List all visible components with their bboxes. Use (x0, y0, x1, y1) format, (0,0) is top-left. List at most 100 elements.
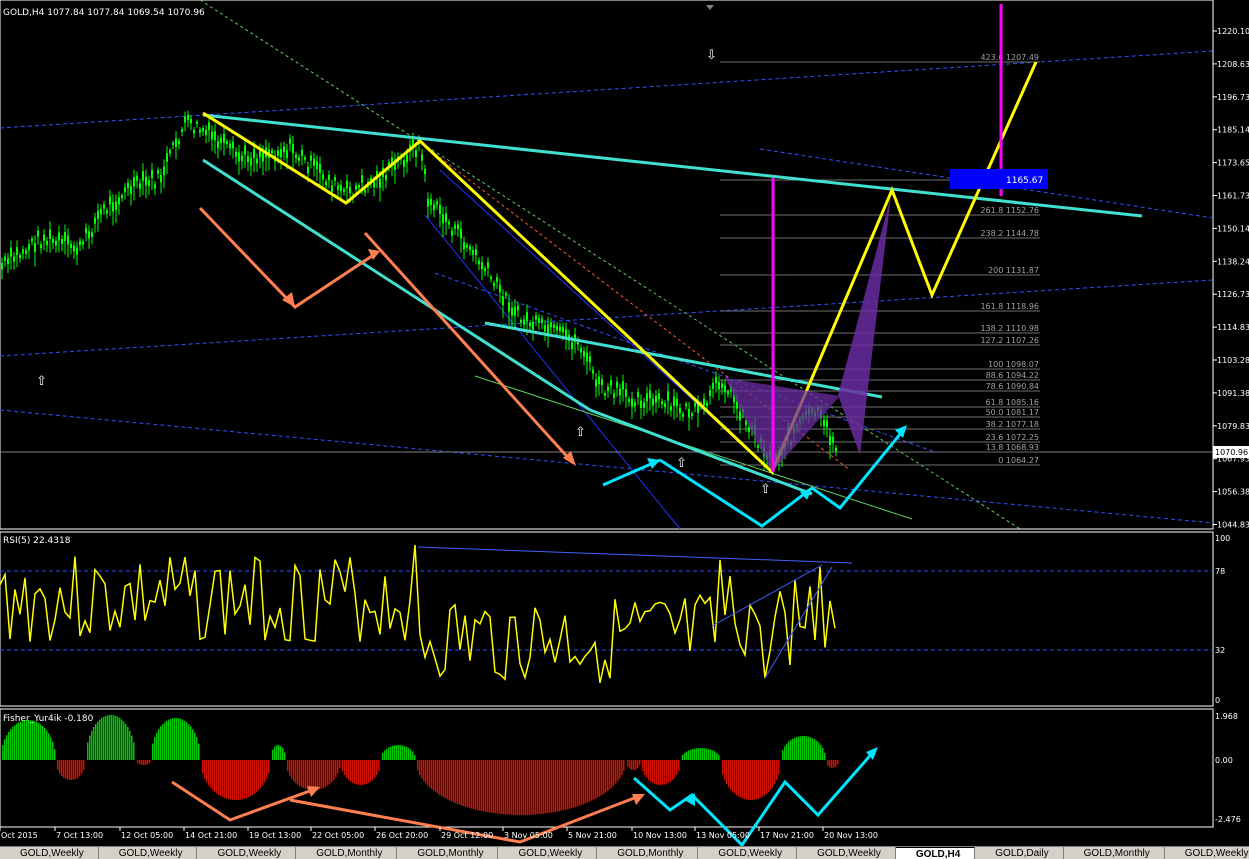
fisher-bar (686, 751, 688, 760)
candle-body (178, 140, 180, 145)
fisher-bar (571, 760, 573, 809)
candle-body (37, 230, 39, 237)
candle-body (124, 187, 126, 193)
price-tick-label: 1044.83 (1217, 521, 1249, 530)
candle-body (142, 171, 144, 181)
fisher-bar (107, 715, 109, 760)
chart-tab[interactable]: GOLD,H4 (895, 847, 976, 859)
chart-tab[interactable]: GOLD,Weekly (498, 847, 598, 859)
candle-body (688, 408, 690, 418)
fisher-bar (835, 760, 837, 767)
fisher-bar (517, 760, 519, 815)
candle-body (532, 322, 534, 330)
candle-body (136, 175, 138, 181)
fisher-bar (609, 760, 611, 790)
fisher-bar (24, 720, 26, 760)
candle-body (550, 322, 552, 328)
candle-body (724, 385, 726, 393)
fisher-bar (344, 760, 346, 775)
chart-tab[interactable]: GOLD,Daily (975, 847, 1064, 859)
fisher-bar (69, 760, 71, 780)
chart-tab[interactable]: GOLD,Weekly (0, 847, 99, 859)
candle-body (19, 255, 21, 259)
fisher-bar (445, 760, 447, 799)
time-tick-label: 5 Nov 21:00 (568, 831, 617, 840)
candle-body (160, 174, 162, 183)
fisher-bar (147, 760, 149, 764)
fisher-bar (455, 760, 457, 804)
fisher-bar (758, 760, 760, 799)
fisher-bar (792, 738, 794, 760)
candle-body (457, 224, 459, 230)
fractal-up-icon: ⇧ (36, 374, 47, 389)
fisher-bar (812, 738, 814, 760)
candle-body (565, 329, 567, 338)
target-price-box-label: 1165.67 (1006, 176, 1043, 186)
candle-body (127, 182, 129, 188)
fisher-level-label: 0.00 (1215, 756, 1233, 765)
fisher-bar (734, 760, 736, 794)
candle-body (253, 148, 255, 159)
candle-body (580, 348, 582, 353)
fisher-bar (216, 760, 218, 794)
fisher-bar (291, 760, 293, 779)
candle-body (61, 239, 63, 244)
candle-body (586, 352, 588, 362)
time-tick-label: 29 Oct 12:00 (441, 831, 493, 840)
fisher-bar (453, 760, 455, 803)
fisher-bar (99, 719, 101, 760)
chart-tab[interactable]: GOLD,Weekly (698, 847, 798, 859)
chart-tab[interactable]: GOLD,Weekly (1165, 847, 1249, 859)
chart-tab[interactable]: GOLD,Monthly (397, 847, 499, 859)
fisher-bar (81, 760, 83, 774)
chart-tab[interactable]: GOLD,Weekly (197, 847, 297, 859)
chart-tab[interactable]: GOLD,Weekly (797, 847, 896, 859)
candle-body (226, 141, 228, 145)
fisher-bar (16, 723, 18, 760)
candle-body (91, 232, 93, 238)
fisher-bar (242, 760, 244, 800)
fisher-bar (59, 760, 61, 774)
candle-body (208, 122, 210, 131)
fisher-bar (744, 760, 746, 800)
fisher-bar (762, 760, 764, 797)
trading-chart[interactable]: 423.6 1207.49361.8 1165.67261.8 1152.762… (0, 0, 1249, 858)
chart-tab[interactable]: GOLD,Monthly (296, 847, 398, 859)
fisher-bar (46, 730, 48, 760)
fisher-bar (358, 760, 360, 785)
rsi-level-label: 0 (1215, 696, 1220, 705)
fisher-bar (89, 735, 91, 760)
fisher-bar (577, 760, 579, 807)
candle-body (664, 403, 666, 408)
chart-tab[interactable]: GOLD,Monthly (1064, 847, 1165, 859)
fisher-bar (829, 760, 831, 768)
candle-body (505, 293, 507, 296)
fisher-bar (617, 760, 619, 782)
candle-body (661, 401, 663, 405)
fisher-bar (268, 760, 270, 774)
fisher-bar (547, 760, 549, 814)
fisher-bar (563, 760, 565, 811)
fisher-bar (710, 749, 712, 760)
candle-body (679, 407, 681, 414)
candle-body (184, 116, 186, 123)
candle-body (709, 390, 711, 397)
time-tick-label: 13 Nov 05:00 (696, 831, 750, 840)
candle-body (22, 249, 24, 254)
fisher-bar (786, 743, 788, 760)
fisher-bar (52, 741, 54, 760)
fisher-bar (36, 721, 38, 760)
fisher-bar (360, 760, 362, 785)
candle-body (517, 305, 519, 311)
chart-tab[interactable]: GOLD,Weekly (99, 847, 198, 859)
rsi-panel[interactable] (0, 531, 1214, 707)
fisher-bar (370, 760, 372, 782)
fisher-bar (637, 760, 639, 768)
fib-level-label: 23.6 1072.25 (986, 433, 1039, 442)
chart-tab[interactable]: GOLD,Monthly (597, 847, 699, 859)
fisher-bar (621, 760, 623, 776)
fisher-bar (461, 760, 463, 806)
candle-body (4, 256, 6, 261)
fisher-bar (323, 760, 325, 788)
fisher-bar (145, 760, 147, 765)
